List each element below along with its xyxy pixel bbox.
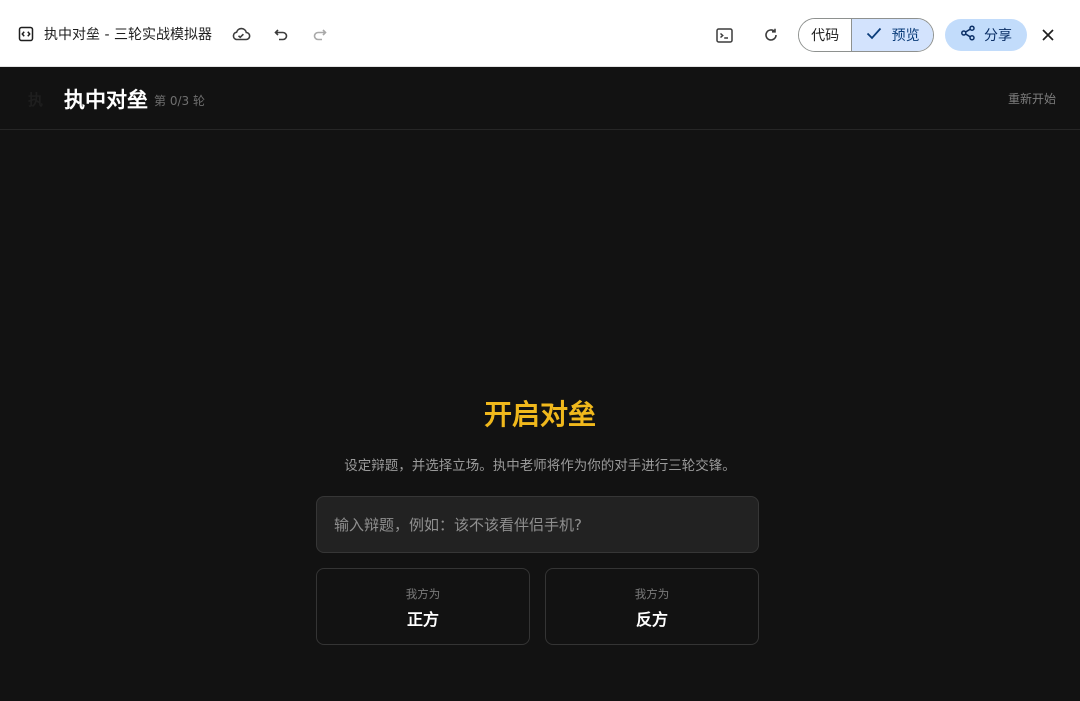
restart-button[interactable]: 重新开始 [1008, 90, 1056, 107]
cloud-icon[interactable] [230, 23, 252, 45]
app-title: 执中对垒 [64, 87, 148, 112]
code-tab-label: 代码 [811, 28, 840, 44]
con-side-prefix: 我方为 [634, 587, 670, 601]
undo-icon[interactable] [270, 24, 292, 46]
code-tab[interactable]: 代码 [799, 19, 852, 51]
close-icon[interactable] [1037, 24, 1059, 46]
topic-input[interactable] [316, 496, 759, 553]
share-icon [960, 25, 976, 45]
preview-tab-label: 预览 [891, 28, 920, 44]
code-window-icon [18, 26, 34, 42]
view-toggle: 代码 预览 [798, 18, 934, 52]
page-title: 开启对垒 [483, 398, 596, 431]
window-title: 执中对垒 - 三轮实战模拟器 [44, 27, 212, 43]
terminal-icon[interactable] [713, 24, 735, 46]
pro-side-label: 正方 [406, 610, 439, 629]
check-icon [866, 26, 882, 44]
redo-icon[interactable] [309, 24, 331, 46]
pro-side-button[interactable]: 我方为 正方 [316, 568, 530, 645]
top-toolbar: 执中对垒 - 三轮实战模拟器 代码 预览 分享 [0, 0, 1080, 67]
app-preview: 执 执中对垒 第 0/3 轮 重新开始 开启对垒 设定辩题，并选择立场。执中老师… [0, 67, 1080, 701]
share-button[interactable]: 分享 [945, 19, 1027, 51]
app-header: 执 执中对垒 第 0/3 轮 重新开始 [0, 67, 1080, 130]
preview-tab[interactable]: 预览 [851, 19, 933, 51]
round-counter: 第 0/3 轮 [154, 94, 205, 108]
app-logo: 执 [28, 91, 44, 109]
con-side-label: 反方 [635, 610, 668, 629]
pro-side-prefix: 我方为 [405, 587, 441, 601]
refresh-icon[interactable] [760, 24, 782, 46]
share-label: 分享 [984, 28, 1012, 44]
con-side-button[interactable]: 我方为 反方 [545, 568, 759, 645]
page-description: 设定辩题，并选择立场。执中老师将作为你的对手进行三轮交锋。 [344, 458, 736, 474]
